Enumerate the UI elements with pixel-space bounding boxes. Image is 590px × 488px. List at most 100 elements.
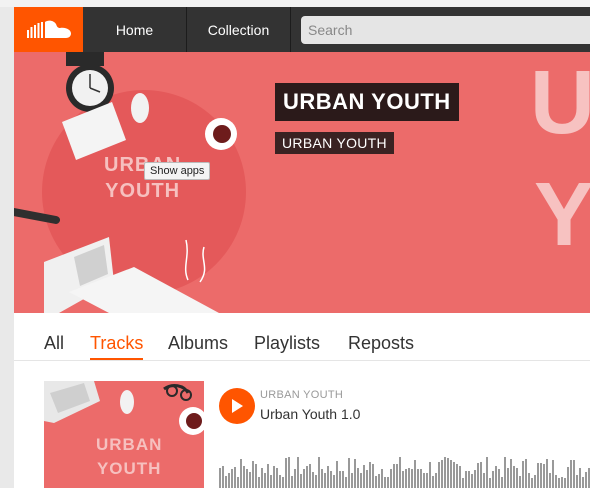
waveform-bar xyxy=(408,468,410,488)
waveform-bar xyxy=(246,469,248,488)
waveform-bar xyxy=(477,463,479,488)
waveform-bar xyxy=(315,475,317,488)
waveform-bar xyxy=(474,470,476,488)
nav-home[interactable]: Home xyxy=(83,7,187,52)
track-title[interactable]: Urban Youth 1.0 xyxy=(260,406,360,422)
waveform-bar xyxy=(417,469,419,488)
waveform-bar xyxy=(342,471,344,488)
waveform-bar xyxy=(486,457,488,488)
waveform-bar xyxy=(303,469,305,488)
active-tab-underline xyxy=(90,358,143,360)
tab-reposts[interactable]: Reposts xyxy=(348,333,414,354)
waveform-bar xyxy=(369,462,371,488)
waveform-bar xyxy=(318,457,320,488)
top-edge-strip xyxy=(0,0,590,7)
waveform-bar xyxy=(516,468,518,488)
waveform-bar xyxy=(228,473,230,488)
waveform-bar xyxy=(507,468,509,488)
waveform-bar xyxy=(321,469,323,488)
waveform-bar xyxy=(333,475,335,488)
waveform-bar xyxy=(222,466,224,488)
waveform-bar xyxy=(252,461,254,488)
waveform-bar xyxy=(285,458,287,488)
waveform-bar xyxy=(393,464,395,488)
waveform-bar xyxy=(498,469,500,488)
waveform-bar xyxy=(504,457,506,488)
waveform-bar xyxy=(270,475,272,488)
waveform-bar xyxy=(414,460,416,488)
waveform-bar xyxy=(519,476,521,488)
waveform-bar xyxy=(372,464,374,488)
waveform-bar xyxy=(306,466,308,488)
waveform-bar xyxy=(489,478,491,488)
waveform-bar xyxy=(351,473,353,488)
tab-albums[interactable]: Albums xyxy=(168,333,228,354)
track-art-text: URBAN YOUTH xyxy=(96,433,162,481)
waveform-bar xyxy=(273,466,275,488)
waveform-bar xyxy=(291,476,293,488)
waveform-bar xyxy=(546,459,548,488)
waveform-bar xyxy=(564,478,566,488)
show-apps-tooltip: Show apps xyxy=(144,162,211,180)
waveform-bar xyxy=(537,463,539,488)
waveform-bar xyxy=(585,472,587,488)
track-artist[interactable]: URBAN YOUTH xyxy=(260,389,343,401)
nav-collection[interactable]: Collection xyxy=(187,7,291,52)
waveform-bar xyxy=(582,477,584,488)
waveform-bar xyxy=(390,469,392,488)
waveform-bar xyxy=(540,463,542,488)
track-waveform[interactable] xyxy=(219,448,590,488)
banner-letter-u: U xyxy=(530,53,590,153)
left-edge-strip xyxy=(0,0,14,488)
waveform-bar xyxy=(549,473,551,488)
top-header: Home Collection xyxy=(14,7,590,52)
waveform-bar xyxy=(426,473,428,488)
waveform-bar xyxy=(483,473,485,488)
waveform-bar xyxy=(330,471,332,488)
waveform-bar xyxy=(225,476,227,488)
track-art-line-2: YOUTH xyxy=(96,459,162,478)
tab-tracks[interactable]: Tracks xyxy=(90,333,143,354)
waveform-bar xyxy=(237,477,239,488)
waveform-bar xyxy=(249,472,251,488)
waveform-bar xyxy=(348,458,350,488)
waveform-bar xyxy=(510,459,512,488)
waveform-bar xyxy=(267,464,269,488)
waveform-bar xyxy=(420,469,422,488)
waveform-bar xyxy=(231,469,233,488)
waveform-bar xyxy=(462,478,464,488)
waveform-bar xyxy=(567,467,569,488)
waveform-bar xyxy=(513,466,515,488)
waveform-bar xyxy=(312,472,314,488)
waveform-bar xyxy=(453,462,455,488)
waveform-bar xyxy=(432,476,434,488)
play-button[interactable] xyxy=(219,388,255,424)
waveform-bar xyxy=(528,473,530,488)
waveform-bar xyxy=(471,474,473,488)
tab-playlists[interactable]: Playlists xyxy=(254,333,320,354)
artist-name-title: URBAN YOUTH xyxy=(275,83,459,121)
waveform-bar xyxy=(570,460,572,488)
waveform-bar xyxy=(255,464,257,488)
artist-subtitle: URBAN YOUTH xyxy=(275,132,394,154)
waveform-bar xyxy=(450,460,452,488)
waveform-bar xyxy=(384,477,386,488)
track-artwork[interactable]: URBAN YOUTH xyxy=(44,381,204,488)
waveform-bar xyxy=(495,466,497,488)
waveform-bar xyxy=(387,477,389,488)
waveform-bar xyxy=(264,473,266,488)
waveform-bar xyxy=(282,477,284,488)
waveform-bar xyxy=(243,466,245,488)
waveform-bar xyxy=(354,459,356,488)
tab-all[interactable]: All xyxy=(44,333,64,354)
waveform-bar xyxy=(294,469,296,488)
waveform-bar xyxy=(465,471,467,488)
soundcloud-logo[interactable] xyxy=(14,7,83,52)
waveform-bar xyxy=(429,462,431,488)
waveform-bar xyxy=(525,459,527,488)
track-art-line-1: URBAN xyxy=(96,435,163,454)
waveform-bar xyxy=(468,471,470,488)
search-input[interactable] xyxy=(301,16,590,44)
waveform-bar xyxy=(297,457,299,488)
waveform-bar xyxy=(447,458,449,488)
